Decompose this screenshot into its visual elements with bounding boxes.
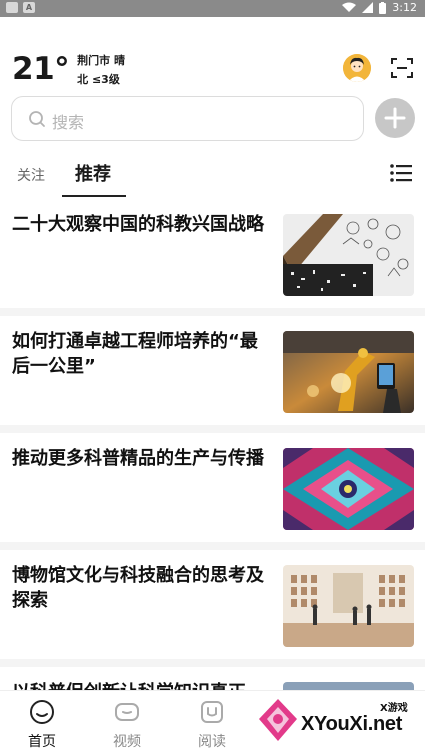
plus-icon (384, 107, 406, 129)
news-item[interactable]: 如何打通卓越工程师培养的“最后一公里” (0, 317, 425, 417)
channel-tabs: 关注 推荐 (0, 155, 425, 197)
nav-read[interactable]: 阅读 (182, 699, 242, 751)
news-thumbnail (283, 565, 414, 647)
channel-menu-icon[interactable] (390, 163, 412, 183)
tab-recommend[interactable]: 推荐 (75, 160, 111, 186)
news-thumbnail (283, 214, 414, 296)
news-thumbnail (283, 331, 414, 413)
video-icon (115, 703, 139, 721)
signal-icon (362, 2, 374, 13)
search-icon (29, 111, 45, 127)
active-tab-indicator (62, 195, 126, 197)
city-weather: 荆门市 晴 (77, 53, 125, 67)
temperature: 21° (12, 51, 70, 87)
nav-video-label: 视频 (113, 734, 141, 750)
feed-divider (0, 425, 425, 433)
clock: 3:12 (392, 1, 417, 14)
news-title: 如何打通卓越工程师培养的“最后一公里” (12, 331, 258, 377)
news-title: 推动更多科普精品的生产与传播 (12, 448, 264, 469)
user-avatar-icon (343, 54, 371, 82)
news-item[interactable]: 二十大观察中国的科教兴国战略 (0, 200, 425, 300)
news-item[interactable]: 推动更多科普精品的生产与传播 (0, 434, 425, 534)
read-icon (201, 701, 223, 723)
avatar[interactable] (343, 54, 371, 82)
news-item[interactable]: 博物馆文化与科技融合的思考及探索 (0, 551, 425, 651)
nav-video[interactable]: 视频 (97, 699, 157, 751)
battery-icon (379, 1, 387, 14)
status-bar: A 3:12 (0, 0, 425, 17)
feed-divider (0, 659, 425, 667)
news-title: 二十大观察中国的科教兴国战略 (12, 214, 264, 235)
wifi-icon (342, 2, 357, 12)
factory-robot-image (283, 331, 414, 413)
watermark-tag: X游戏 (380, 703, 408, 714)
search-input[interactable]: 搜索 (11, 96, 364, 141)
search-placeholder: 搜索 (52, 113, 85, 132)
kaleidoscope-image (283, 448, 414, 530)
feed-divider (0, 542, 425, 550)
notification-icon (6, 2, 18, 13)
museum-gallery-image (283, 565, 414, 647)
scan-icon[interactable] (391, 58, 413, 78)
feed-divider (0, 308, 425, 316)
weather-widget[interactable]: 21° 荆门市 晴 北 ≤3级 (12, 51, 125, 87)
add-button[interactable] (375, 98, 415, 138)
news-thumbnail (283, 448, 414, 530)
home-icon (30, 700, 54, 724)
wind-level: 北 ≤3级 (77, 72, 120, 86)
app-badge-icon: A (23, 2, 35, 13)
nav-read-label: 阅读 (198, 734, 226, 750)
watermark: X游戏 XYouXi.net (255, 693, 425, 748)
tab-follow[interactable]: 关注 (17, 165, 45, 185)
nav-home-label: 首页 (28, 734, 56, 750)
news-title: 博物馆文化与科技融合的思考及探索 (12, 565, 264, 611)
watermark-brand: XYouXi.net (301, 713, 403, 735)
gamepad-logo-icon (259, 699, 297, 741)
sketch-illustration-image (283, 214, 414, 296)
nav-home[interactable]: 首页 (12, 699, 72, 751)
